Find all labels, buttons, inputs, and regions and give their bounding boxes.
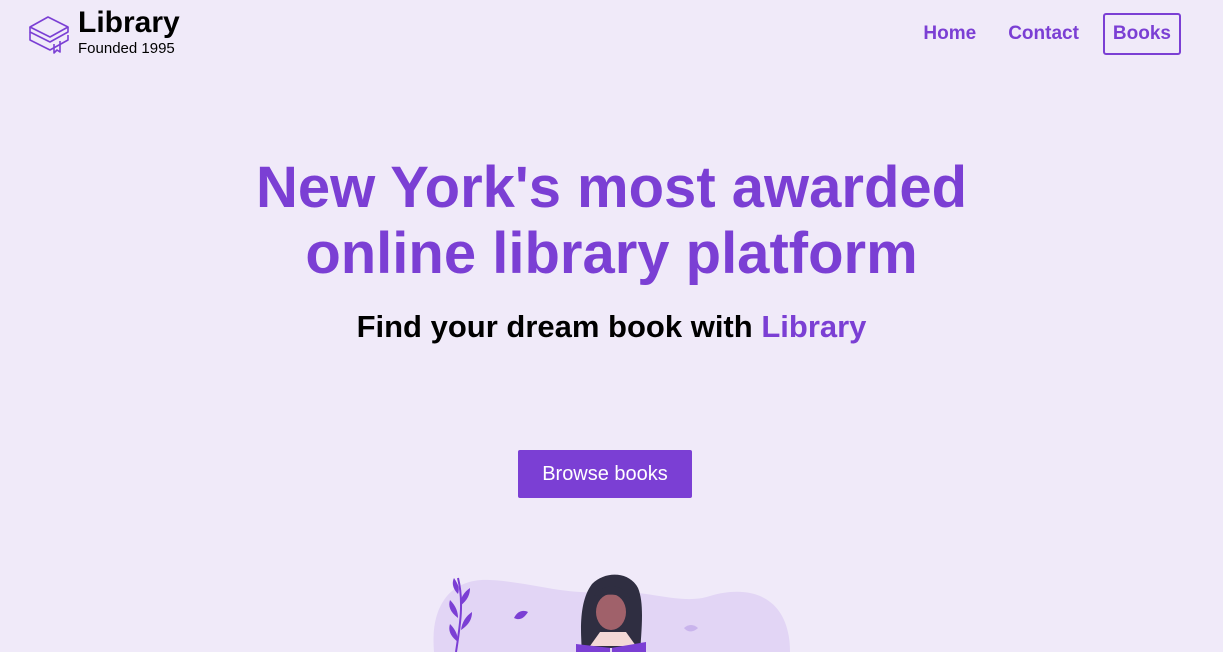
logo-title: Library xyxy=(78,6,180,39)
woman-reading-illustration xyxy=(433,574,790,652)
hero-title: New York's most awarded online library p… xyxy=(0,155,1223,287)
hero-subtitle-brand: Library xyxy=(761,309,867,344)
nav-link-home[interactable]: Home xyxy=(923,23,976,45)
hero-title-line1: New York's most awarded xyxy=(255,155,968,220)
books-stack-icon xyxy=(29,16,69,54)
hero-title-line2: online library platform xyxy=(305,221,918,286)
top-nav: Library Founded 1995 Home Contact Books xyxy=(0,0,1223,70)
logo[interactable]: Library Founded 1995 xyxy=(28,8,180,58)
nav-links: Home Contact Books xyxy=(923,13,1181,55)
nav-link-books[interactable]: Books xyxy=(1102,13,1181,55)
hero: New York's most awarded online library p… xyxy=(0,155,1223,345)
nav-link-contact[interactable]: Contact xyxy=(1008,23,1079,45)
hero-subtitle: Find your dream book with Library xyxy=(0,309,1223,345)
woman-figure xyxy=(576,574,646,652)
logo-subtitle: Founded 1995 xyxy=(78,40,175,57)
browse-books-button[interactable]: Browse books xyxy=(518,450,692,498)
hero-subtitle-text: Find your dream book with xyxy=(356,309,753,344)
